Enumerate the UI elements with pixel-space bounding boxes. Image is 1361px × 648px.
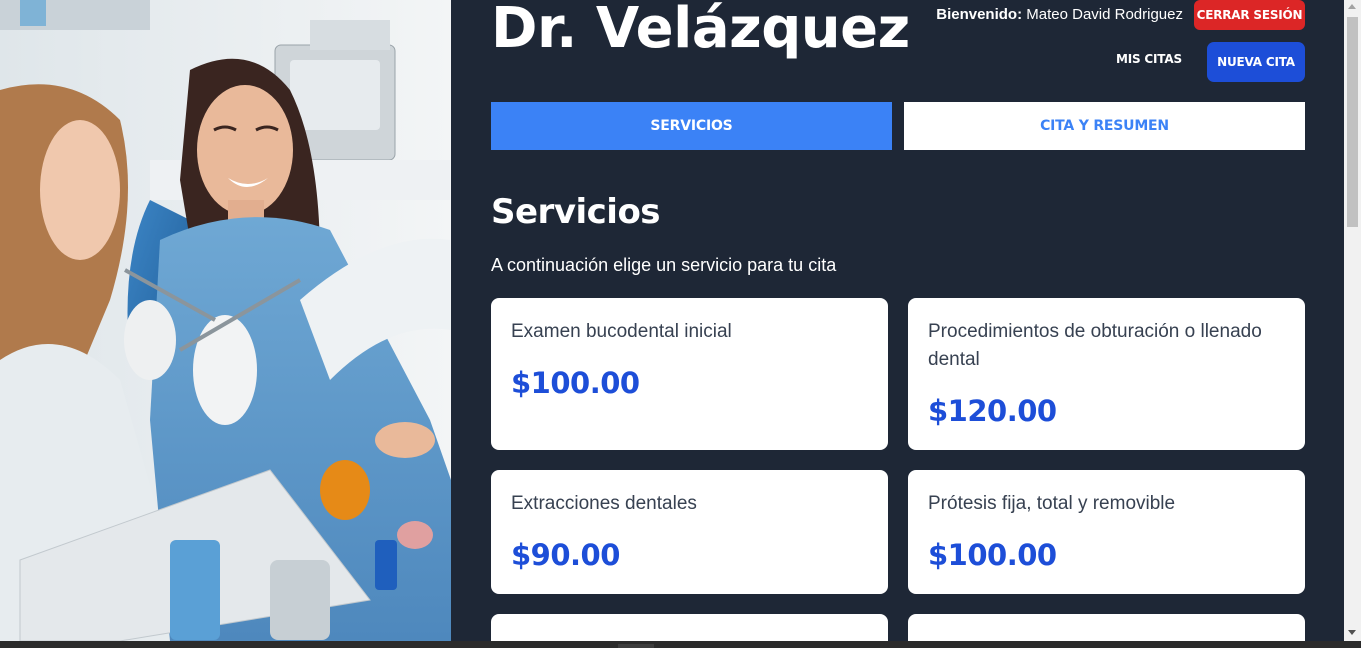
service-card[interactable]: Extracciones dentales $90.00 <box>491 470 888 594</box>
new-appointment-button[interactable]: NUEVA CITA <box>1207 42 1305 82</box>
service-card[interactable]: Examen bucodental inicial $100.00 <box>491 298 888 450</box>
main-content: Dr. Velázquez Bienvenido: Mateo David Ro… <box>451 0 1344 641</box>
scrollbar-thumb[interactable] <box>1347 17 1358 227</box>
scroll-up-arrow-icon[interactable] <box>1348 4 1356 9</box>
service-price: $120.00 <box>928 394 1057 428</box>
taskbar-item[interactable] <box>618 644 654 648</box>
brand-title: Dr. Velázquez <box>491 0 910 61</box>
welcome-label: Bienvenido: <box>936 6 1023 23</box>
service-name: Examen bucodental inicial <box>511 321 732 342</box>
section-title: Servicios <box>491 192 661 232</box>
logout-button[interactable]: CERRAR SESIÓN <box>1194 0 1305 30</box>
hero-photo <box>0 0 451 641</box>
service-card[interactable]: Prótesis fija, total y removible $100.00 <box>908 470 1305 594</box>
my-appointments-link[interactable]: MIS CITAS <box>1116 52 1182 66</box>
section-description: A continuación elige un servicio para tu… <box>491 255 837 275</box>
tab-servicios[interactable]: SERVICIOS <box>491 102 892 150</box>
service-card[interactable] <box>908 614 1305 641</box>
taskbar <box>0 641 1361 648</box>
service-card[interactable] <box>491 614 888 641</box>
service-name: Prótesis fija, total y removible <box>928 493 1176 514</box>
service-name: Extracciones dentales <box>511 493 697 514</box>
scrollbar[interactable] <box>1344 0 1361 641</box>
service-name: Procedimientos de obturación o llenado d… <box>928 321 1262 370</box>
service-price: $100.00 <box>511 366 640 400</box>
page: Dr. Velázquez Bienvenido: Mateo David Ro… <box>0 0 1361 648</box>
service-price: $100.00 <box>928 538 1057 572</box>
service-card[interactable]: Procedimientos de obturación o llenado d… <box>908 298 1305 450</box>
user-name: Mateo David Rodriguez <box>1026 6 1183 23</box>
service-price: $90.00 <box>511 538 620 572</box>
tab-cita-resumen[interactable]: CITA Y RESUMEN <box>904 102 1305 150</box>
welcome-message: Bienvenido: Mateo David Rodriguez <box>936 6 1183 23</box>
scroll-down-arrow-icon[interactable] <box>1348 630 1356 635</box>
